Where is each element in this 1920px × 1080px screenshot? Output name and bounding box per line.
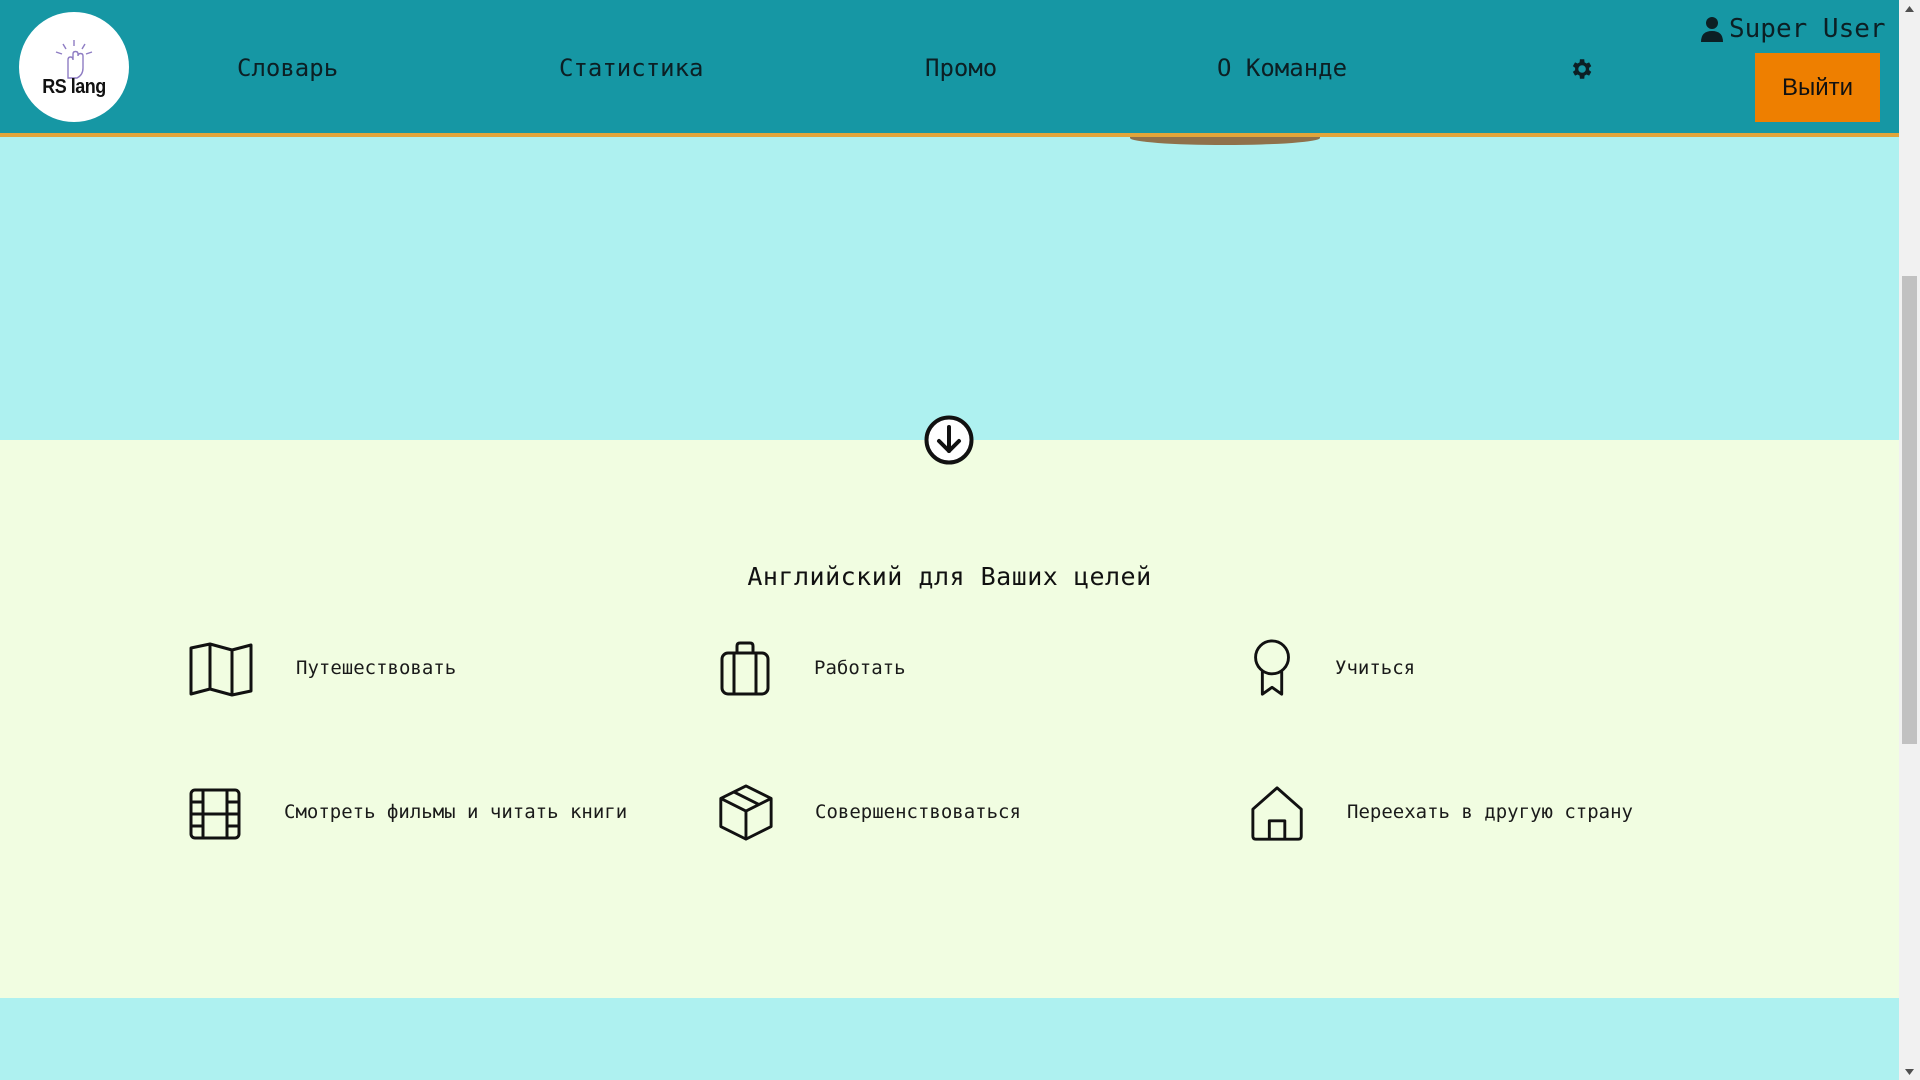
hero-section xyxy=(0,137,1899,440)
scroll-up-arrow-icon[interactable] xyxy=(1899,0,1920,17)
briefcase-icon xyxy=(720,641,770,696)
goal-label-work: Работать xyxy=(814,657,906,679)
scroll-down-arrow-icon[interactable] xyxy=(1899,1063,1920,1080)
home-icon xyxy=(1251,786,1303,841)
logo-hand-icon xyxy=(55,39,93,79)
map-icon xyxy=(189,642,253,697)
nav-link-promo[interactable]: Промо xyxy=(925,54,997,82)
scrollbar-thumb[interactable] xyxy=(1902,276,1917,744)
logo[interactable]: RS lang xyxy=(19,12,129,122)
nav-link-team[interactable]: О Команде xyxy=(1217,54,1347,82)
gear-icon[interactable] xyxy=(1568,56,1594,82)
logout-button[interactable]: Выйти xyxy=(1755,53,1880,122)
page-content: RS lang Словарь Статистика Промо О Коман… xyxy=(0,0,1899,1080)
nav-link-dictionary[interactable]: Словарь xyxy=(237,54,338,82)
box-icon xyxy=(719,784,773,841)
goal-label-study: Учиться xyxy=(1335,657,1416,679)
vertical-scrollbar[interactable] xyxy=(1899,0,1920,1080)
app-viewport: RS lang Словарь Статистика Промо О Коман… xyxy=(0,0,1920,1080)
site-header: RS lang Словарь Статистика Промо О Коман… xyxy=(0,0,1899,137)
nav-link-statistics[interactable]: Статистика xyxy=(559,54,704,82)
goals-section xyxy=(0,440,1899,998)
goal-label-improve: Совершенствоваться xyxy=(815,801,1021,823)
next-section xyxy=(0,998,1899,1080)
user-icon xyxy=(1701,17,1723,42)
user-name: Super User xyxy=(1729,14,1886,44)
logo-text: RS lang xyxy=(42,73,106,97)
goal-label-relocate: Переехать в другую страну xyxy=(1347,801,1633,823)
goal-label-films-books: Смотреть фильмы и читать книги xyxy=(284,801,628,823)
goals-title: Английский для Ваших целей xyxy=(747,562,1152,591)
award-icon xyxy=(1254,639,1290,696)
goal-label-travel: Путешествовать xyxy=(296,657,457,679)
arrow-down-circle-icon[interactable] xyxy=(924,415,974,465)
user-info: Super User xyxy=(1701,12,1886,46)
film-icon xyxy=(189,788,241,840)
